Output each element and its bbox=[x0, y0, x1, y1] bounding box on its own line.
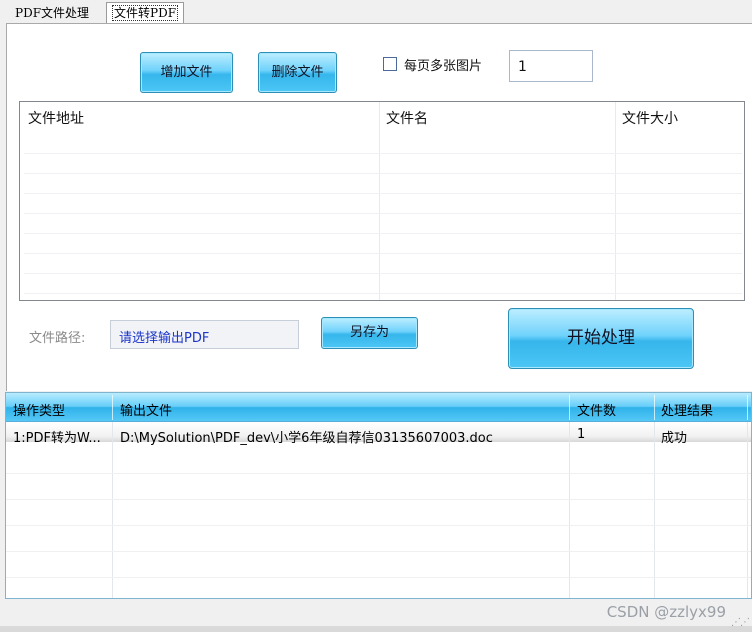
header-divider bbox=[747, 395, 748, 420]
results-grid[interactable]: 操作类型 输出文件 文件数 处理结果 1:PDF转为W... D:\MySolu… bbox=[5, 392, 752, 599]
row-line bbox=[6, 577, 751, 578]
watermark: CSDN @zzlyx99 bbox=[606, 603, 726, 621]
row-line bbox=[6, 551, 751, 552]
list-row-line bbox=[24, 293, 742, 294]
column-header-file-size[interactable]: 文件大小 bbox=[622, 108, 678, 128]
column-divider bbox=[654, 422, 655, 598]
list-row-line bbox=[24, 273, 742, 274]
tab-file-to-pdf-label: 文件转PDF bbox=[112, 5, 179, 21]
list-row-line bbox=[24, 233, 742, 234]
save-as-button[interactable]: 另存为 bbox=[321, 317, 418, 349]
cell-output-file: D:\MySolution\PDF_dev\小学6年级自荐信0313560700… bbox=[120, 431, 493, 446]
cell-operation-type: 1:PDF转为W... bbox=[13, 431, 101, 446]
results-header: 操作类型 输出文件 文件数 处理结果 bbox=[6, 393, 751, 422]
column-header-file-name[interactable]: 文件名 bbox=[386, 108, 428, 128]
column-divider bbox=[112, 422, 113, 598]
tab-bar: PDF文件处理 文件转PDF bbox=[0, 0, 752, 24]
header-divider bbox=[569, 395, 570, 420]
cell-result: 成功 bbox=[661, 431, 688, 446]
column-header-output-file[interactable]: 输出文件 bbox=[120, 400, 172, 419]
column-header-file-path[interactable]: 文件地址 bbox=[28, 108, 84, 128]
column-header-result[interactable]: 处理结果 bbox=[661, 400, 713, 419]
delete-file-button[interactable]: 删除文件 bbox=[258, 52, 337, 93]
output-path-input[interactable]: 请选择输出PDF bbox=[110, 320, 299, 349]
output-path-label: 文件路径: bbox=[29, 331, 86, 346]
tab-file-to-pdf[interactable]: 文件转PDF bbox=[106, 2, 185, 23]
file-list[interactable]: 文件地址 文件名 文件大小 bbox=[19, 101, 745, 301]
start-processing-button[interactable]: 开始处理 bbox=[508, 308, 694, 369]
list-row-line bbox=[24, 173, 742, 174]
images-per-page-input[interactable]: 1 bbox=[509, 50, 593, 82]
column-header-file-count[interactable]: 文件数 bbox=[577, 400, 616, 419]
column-divider bbox=[615, 102, 616, 300]
column-divider bbox=[379, 102, 380, 300]
column-header-operation-type[interactable]: 操作类型 bbox=[13, 400, 65, 419]
row-line bbox=[6, 499, 751, 500]
row-line bbox=[6, 473, 751, 474]
add-file-button[interactable]: 增加文件 bbox=[140, 52, 233, 93]
row-line bbox=[6, 525, 751, 526]
list-row-line bbox=[24, 253, 742, 254]
column-divider bbox=[747, 422, 748, 598]
list-row-line bbox=[24, 193, 742, 194]
column-divider bbox=[569, 422, 570, 598]
tab-pdf-processing[interactable]: PDF文件处理 bbox=[10, 4, 94, 22]
header-divider bbox=[112, 395, 113, 420]
window-bottom-edge bbox=[0, 626, 752, 632]
list-row-line bbox=[24, 153, 742, 154]
multi-image-checkbox[interactable] bbox=[383, 57, 397, 71]
cell-file-count: 1 bbox=[577, 427, 586, 442]
multi-image-label: 每页多张图片 bbox=[404, 59, 483, 74]
header-divider bbox=[654, 395, 655, 420]
list-row-line bbox=[24, 213, 742, 214]
